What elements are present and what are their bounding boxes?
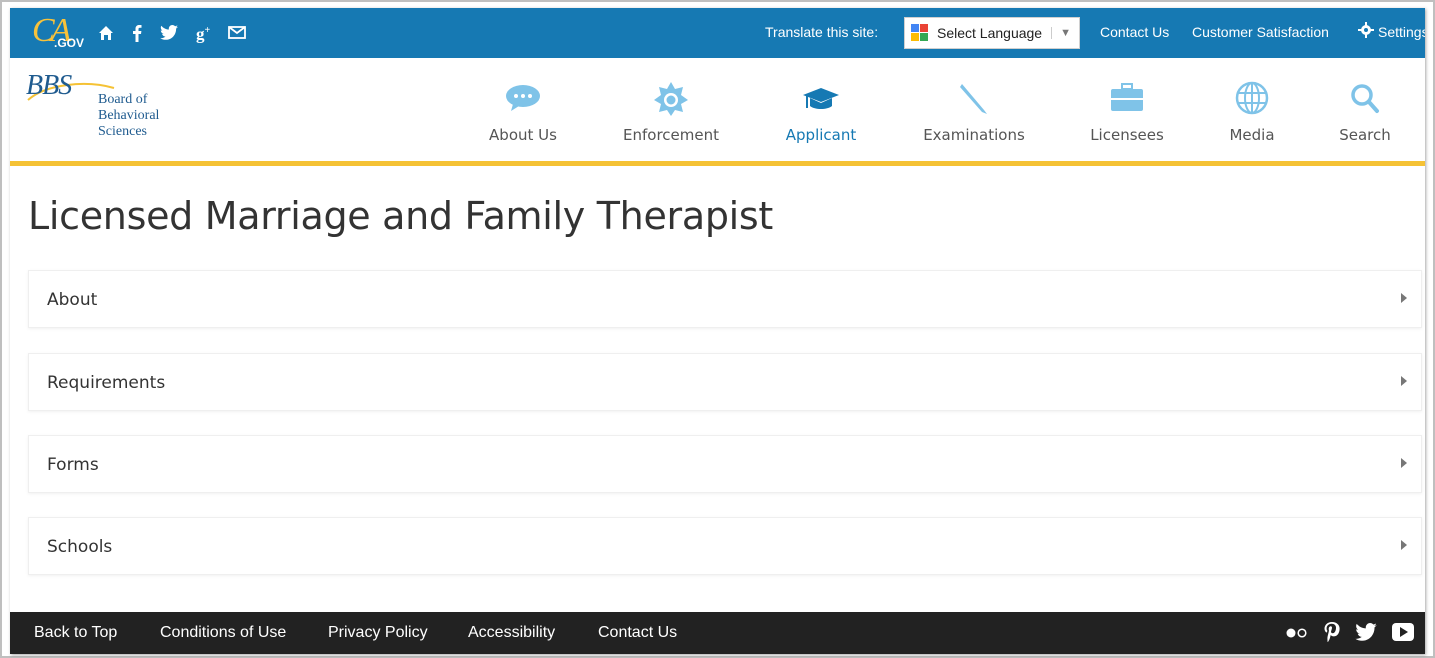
nav-label-applicant: Applicant bbox=[785, 126, 857, 144]
google-plus-icon[interactable]: g+ bbox=[196, 20, 210, 46]
graduation-cap-icon bbox=[803, 88, 839, 109]
accordion-label: Requirements bbox=[47, 373, 166, 393]
logo-line-3: Sciences bbox=[98, 124, 147, 139]
pinterest-icon[interactable] bbox=[1323, 621, 1341, 648]
ca-gov-logo[interactable]: CA .GOV bbox=[32, 12, 90, 56]
footer-link-contact-us[interactable]: Contact Us bbox=[598, 624, 677, 642]
caret-right-icon bbox=[1401, 376, 1407, 386]
gear-icon bbox=[1358, 22, 1374, 41]
footer-link-accessibility[interactable]: Accessibility bbox=[468, 624, 555, 642]
settings-link[interactable]: Settings bbox=[1358, 22, 1425, 41]
youtube-icon[interactable] bbox=[1391, 622, 1415, 647]
twitter-icon[interactable] bbox=[160, 25, 178, 41]
translate-label: Translate this site: bbox=[765, 24, 879, 40]
caret-right-icon bbox=[1401, 293, 1407, 303]
utility-bar: CA .GOV g+ Translate this site: Select L… bbox=[10, 8, 1425, 58]
nav-label-media: Media bbox=[1229, 126, 1275, 144]
ca-logo-gov: .GOV bbox=[54, 36, 85, 50]
footer-link-conditions-of-use[interactable]: Conditions of Use bbox=[160, 624, 286, 642]
facebook-icon[interactable] bbox=[132, 24, 142, 42]
logo-line-1: Board of bbox=[98, 92, 148, 107]
language-select-value: Select Language bbox=[937, 25, 1043, 41]
caret-right-icon bbox=[1401, 540, 1407, 550]
contact-us-link[interactable]: Contact Us bbox=[1100, 24, 1169, 40]
accordion-item-schools[interactable]: Schools bbox=[28, 517, 1422, 575]
speech-bubble-icon bbox=[506, 85, 540, 111]
footer-social-icons bbox=[1285, 621, 1415, 648]
nav-item-search[interactable]: Search bbox=[1300, 80, 1425, 144]
nav-item-licensees[interactable]: Licensees bbox=[1062, 80, 1192, 144]
site-header: BBS Board of Behavioral Sciences About U… bbox=[10, 58, 1425, 166]
language-select[interactable]: Select Language ▼ bbox=[904, 17, 1080, 49]
nav-label-search: Search bbox=[1339, 126, 1391, 144]
bbs-logo-mark: BBS bbox=[26, 70, 72, 101]
footer-link-privacy-policy[interactable]: Privacy Policy bbox=[328, 624, 428, 642]
globe-icon bbox=[1235, 81, 1269, 115]
nav-label-about-us: About Us bbox=[489, 126, 557, 144]
nav-item-enforcement[interactable]: Enforcement bbox=[606, 80, 736, 144]
page-frame: CA .GOV g+ Translate this site: Select L… bbox=[0, 0, 1435, 658]
bbs-logo-text: Board of Behavioral Sciences bbox=[98, 92, 159, 140]
browser-viewport: CA .GOV g+ Translate this site: Select L… bbox=[10, 8, 1425, 654]
customer-satisfaction-link[interactable]: Customer Satisfaction bbox=[1192, 24, 1329, 40]
briefcase-icon bbox=[1111, 83, 1143, 111]
nav-label-enforcement: Enforcement bbox=[623, 126, 719, 144]
flickr-icon[interactable] bbox=[1285, 626, 1309, 644]
accordion-item-about[interactable]: About bbox=[28, 270, 1422, 328]
email-icon[interactable] bbox=[228, 26, 247, 40]
site-footer: Back to Top Conditions of Use Privacy Po… bbox=[10, 612, 1425, 654]
nav-label-examinations: Examinations bbox=[923, 126, 1025, 144]
badge-icon bbox=[654, 82, 688, 116]
search-icon bbox=[1351, 84, 1379, 113]
logo-line-2: Behavioral bbox=[98, 108, 160, 123]
google-translate-icon bbox=[911, 24, 929, 42]
nav-label-licensees: Licensees bbox=[1090, 126, 1164, 144]
nav-item-applicant[interactable]: Applicant bbox=[756, 80, 886, 144]
twitter-icon[interactable] bbox=[1355, 623, 1377, 646]
accordion-label: Schools bbox=[47, 537, 113, 557]
nav-item-media[interactable]: Media bbox=[1187, 80, 1317, 144]
social-links: g+ bbox=[98, 20, 247, 46]
footer-link-back-to-top[interactable]: Back to Top bbox=[34, 624, 117, 642]
settings-label: Settings bbox=[1378, 23, 1425, 40]
accordion-label: Forms bbox=[47, 455, 99, 475]
page-title: Licensed Marriage and Family Therapist bbox=[28, 194, 774, 238]
nav-item-examinations[interactable]: Examinations bbox=[909, 80, 1039, 144]
accordion-item-requirements[interactable]: Requirements bbox=[28, 353, 1422, 411]
bbs-logo[interactable]: BBS Board of Behavioral Sciences bbox=[26, 70, 196, 150]
home-icon[interactable] bbox=[98, 25, 114, 41]
accordion-item-forms[interactable]: Forms bbox=[28, 435, 1422, 493]
nav-item-about-us[interactable]: About Us bbox=[458, 80, 588, 144]
caret-right-icon bbox=[1401, 458, 1407, 468]
dropdown-arrow-icon: ▼ bbox=[1051, 27, 1079, 39]
accordion-label: About bbox=[47, 290, 98, 310]
pencil-icon bbox=[960, 84, 987, 114]
